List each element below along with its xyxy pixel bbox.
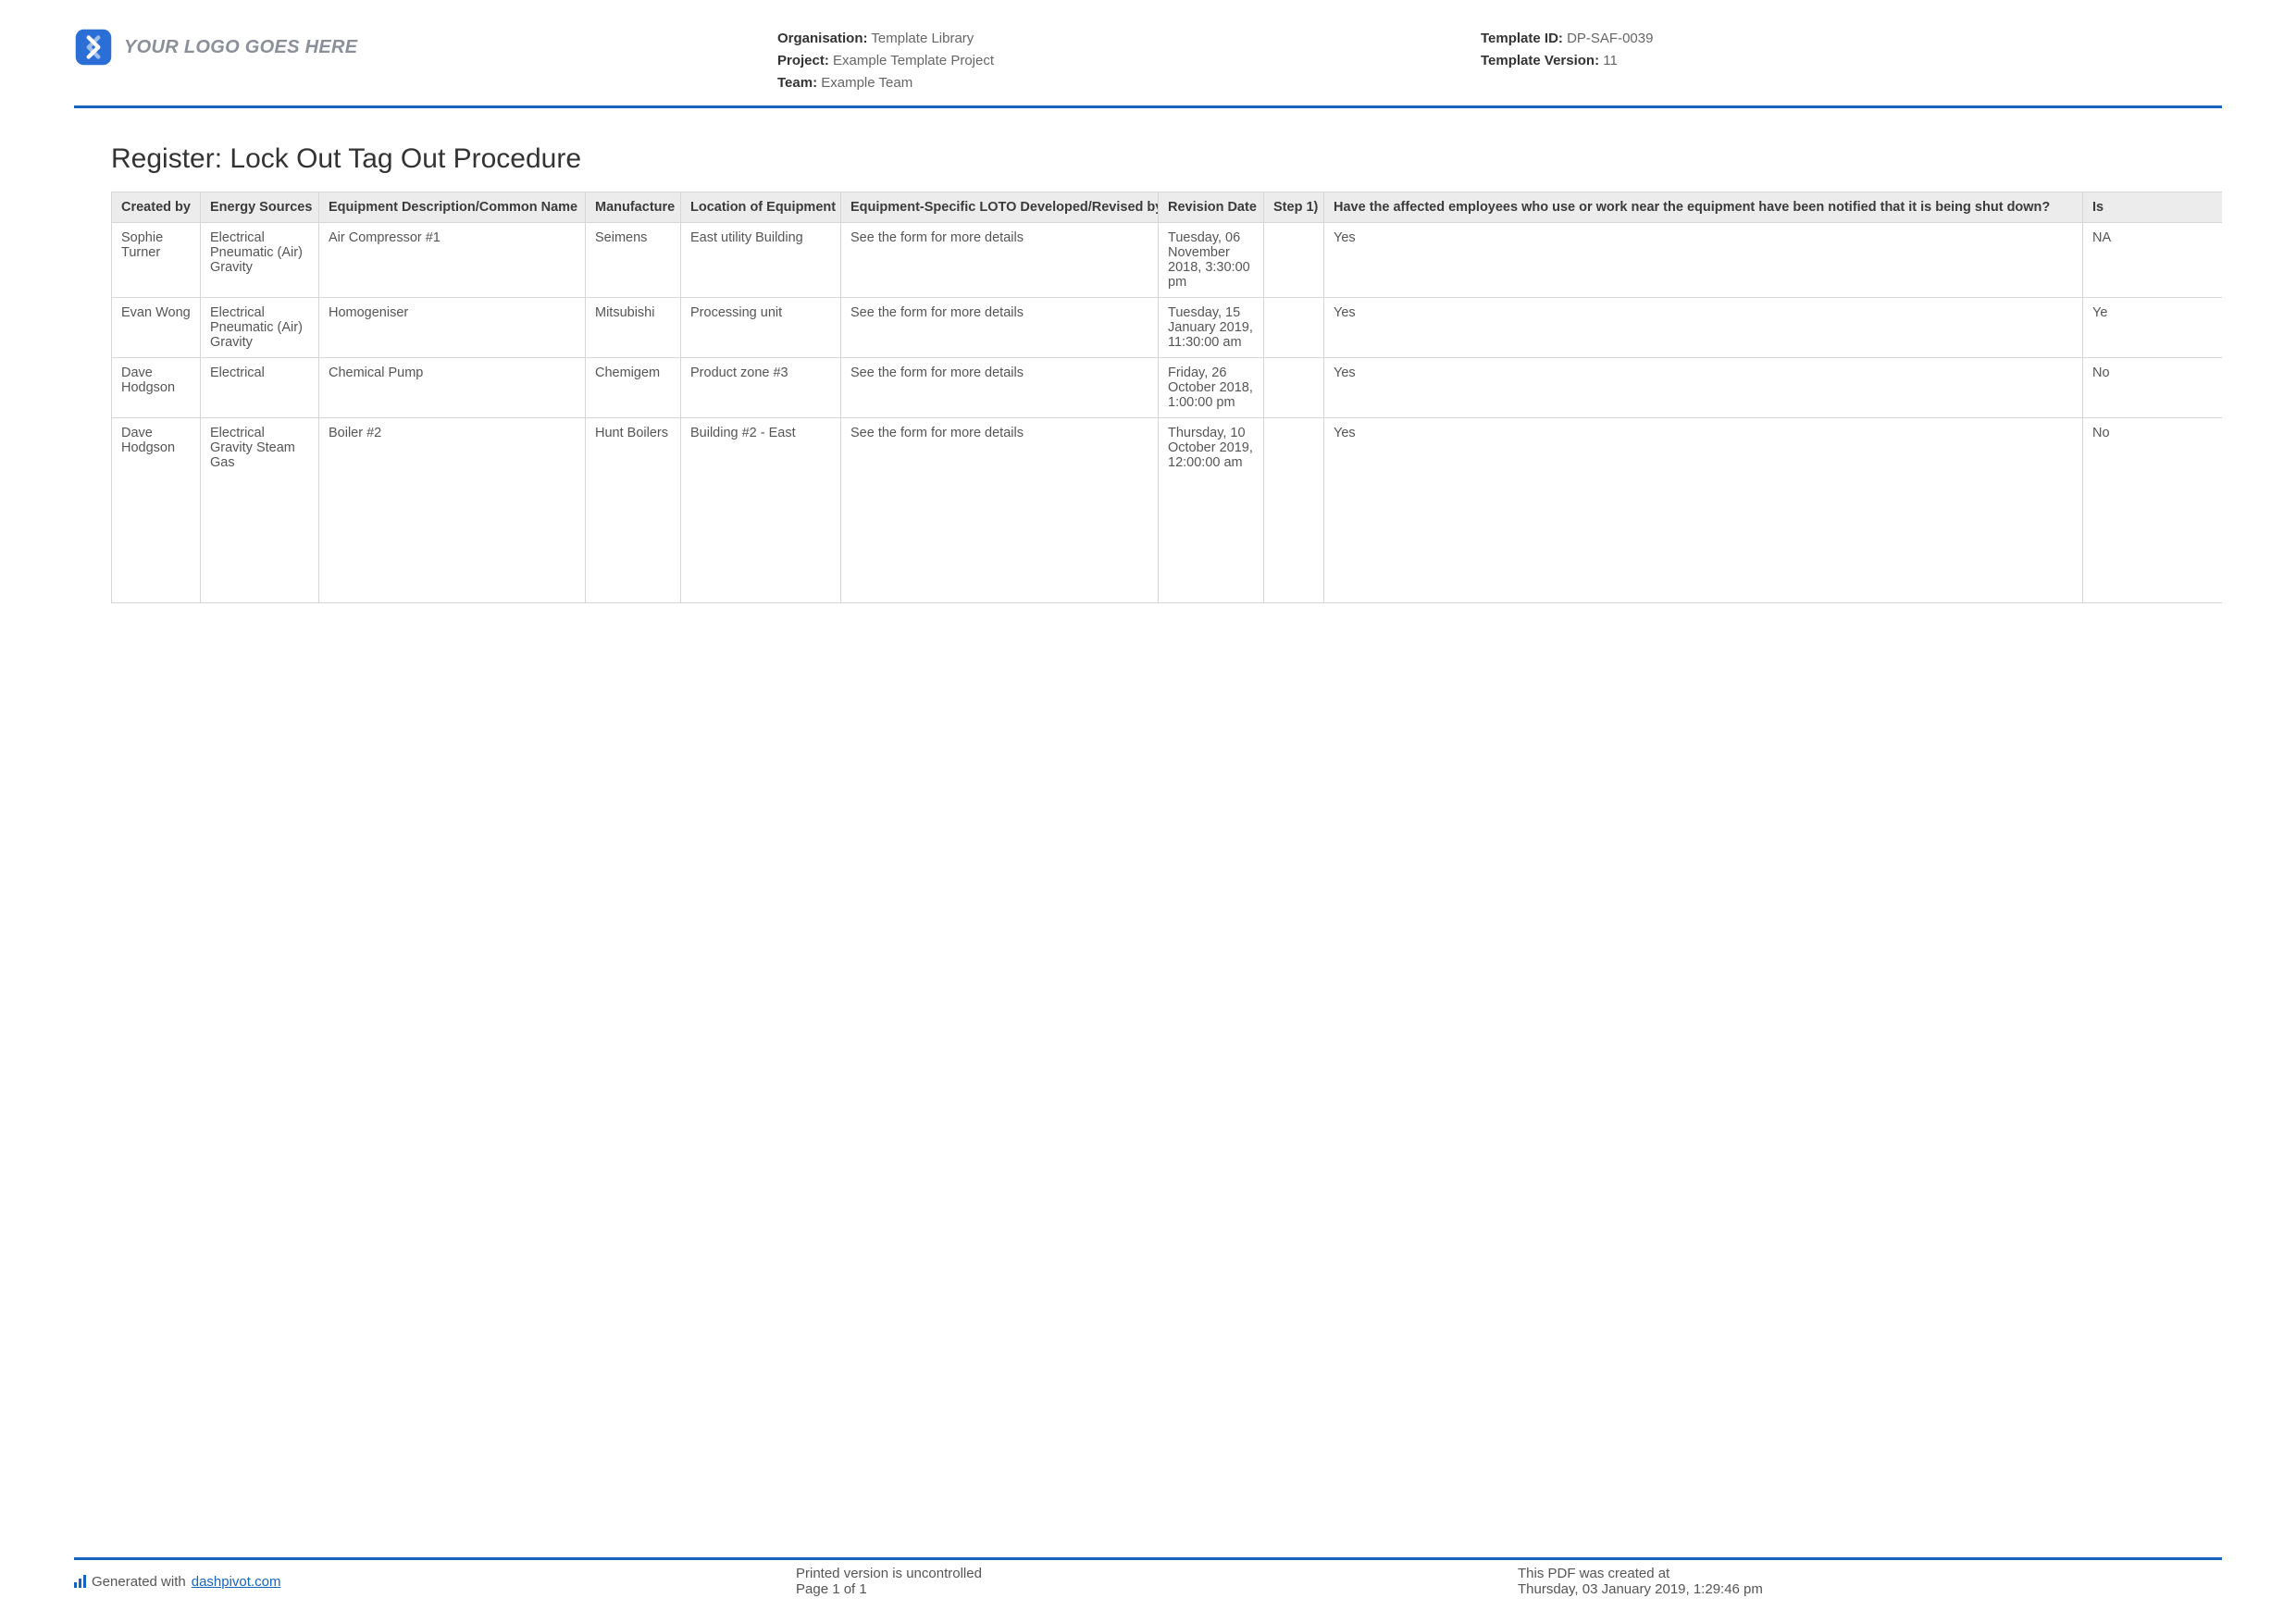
cell-loto-by: See the form for more details [841,298,1159,358]
cell-energy: Electrical Gravity Steam Gas [201,418,319,603]
cell-mfr: Hunt Boilers [586,418,681,603]
template-version-value: 11 [1603,53,1618,68]
col-location: Location of Equipment [681,192,841,223]
org-value: Template Library [871,31,974,46]
footer-center: Printed version is uncontrolled Page 1 o… [796,1566,1518,1597]
project-label: Project: [777,53,829,68]
cell-mfr: Chemigem [586,358,681,418]
document-footer: Generated with dashpivot.com Printed ver… [74,1557,2222,1597]
col-energy-sources: Energy Sources [201,192,319,223]
cell-notified: Yes [1324,358,2083,418]
created-at-value: Thursday, 03 January 2019, 1:29:46 pm [1518,1581,2222,1597]
meta-center: Organisation: Template Library Project: … [777,28,1481,94]
col-notified: Have the affected employees who use or w… [1324,192,2083,223]
cell-rev: Friday, 26 October 2018, 1:00:00 pm [1159,358,1264,418]
cell-step1 [1264,223,1324,298]
org-label: Organisation: [777,31,868,46]
page-title: Register: Lock Out Tag Out Procedure [111,143,2222,175]
cell-energy: Electrical Pneumatic (Air) Gravity [201,223,319,298]
cell-created-by: Dave Hodgson [112,358,201,418]
table-row: Dave Hodgson Electrical Chemical Pump Ch… [112,358,2223,418]
table-row: Dave Hodgson Electrical Gravity Steam Ga… [112,418,2223,603]
col-loto-developed-by: Equipment-Specific LOTO Developed/Revise… [841,192,1159,223]
cell-energy: Electrical [201,358,319,418]
cell-created-by: Evan Wong [112,298,201,358]
logo-icon [74,28,113,67]
cell-is: No [2083,418,2223,603]
document-header: YOUR LOGO GOES HERE Organisation: Templa… [74,28,2222,108]
col-revision-date: Revision Date [1159,192,1264,223]
meta-right: Template ID: DP-SAF-0039 Template Versio… [1481,28,2222,72]
cell-equip: Air Compressor #1 [319,223,586,298]
cell-rev: Tuesday, 15 January 2019, 11:30:00 am [1159,298,1264,358]
cell-loc: East utility Building [681,223,841,298]
cell-notified: Yes [1324,298,2083,358]
cell-notified: Yes [1324,223,2083,298]
footer-left: Generated with dashpivot.com [74,1566,796,1597]
cell-step1 [1264,418,1324,603]
col-created-by: Created by [112,192,201,223]
cell-energy: Electrical Pneumatic (Air) Gravity [201,298,319,358]
table-row: Sophie Turner Electrical Pneumatic (Air)… [112,223,2223,298]
cell-step1 [1264,358,1324,418]
footer-right: This PDF was created at Thursday, 03 Jan… [1518,1566,2222,1597]
bar-chart-icon [74,1575,86,1588]
cell-is: Ye [2083,298,2223,358]
cell-loto-by: See the form for more details [841,223,1159,298]
template-id-label: Template ID: [1481,31,1563,46]
cell-is: NA [2083,223,2223,298]
cell-mfr: Seimens [586,223,681,298]
uncontrolled-text: Printed version is uncontrolled [796,1566,1518,1581]
cell-loc: Product zone #3 [681,358,841,418]
cell-equip: Homogeniser [319,298,586,358]
logo-block: YOUR LOGO GOES HERE [74,28,777,67]
cell-created-by: Sophie Turner [112,223,201,298]
team-value: Example Team [821,75,912,91]
generated-with-text: Generated with [92,1574,186,1590]
cell-loto-by: See the form for more details [841,358,1159,418]
logo-text: YOUR LOGO GOES HERE [124,37,357,58]
created-at-label: This PDF was created at [1518,1566,2222,1581]
cell-rev: Tuesday, 06 November 2018, 3:30:00 pm [1159,223,1264,298]
team-label: Team: [777,75,817,91]
project-value: Example Template Project [833,53,994,68]
cell-is: No [2083,358,2223,418]
register-table: Created by Energy Sources Equipment Desc… [111,192,2222,603]
cell-loto-by: See the form for more details [841,418,1159,603]
dashpivot-link[interactable]: dashpivot.com [192,1574,281,1590]
cell-equip: Boiler #2 [319,418,586,603]
cell-rev: Thursday, 10 October 2019, 12:00:00 am [1159,418,1264,603]
col-equipment-description: Equipment Description/Common Name [319,192,586,223]
page-number: Page 1 of 1 [796,1581,1518,1597]
table-header-row: Created by Energy Sources Equipment Desc… [112,192,2223,223]
cell-notified: Yes [1324,418,2083,603]
table-row: Evan Wong Electrical Pneumatic (Air) Gra… [112,298,2223,358]
col-step1: Step 1) [1264,192,1324,223]
cell-loc: Building #2 - East [681,418,841,603]
template-id-value: DP-SAF-0039 [1567,31,1653,46]
col-is: Is [2083,192,2223,223]
cell-step1 [1264,298,1324,358]
col-manufacture: Manufacture [586,192,681,223]
cell-created-by: Dave Hodgson [112,418,201,603]
cell-mfr: Mitsubishi [586,298,681,358]
cell-loc: Processing unit [681,298,841,358]
cell-equip: Chemical Pump [319,358,586,418]
template-version-label: Template Version: [1481,53,1599,68]
